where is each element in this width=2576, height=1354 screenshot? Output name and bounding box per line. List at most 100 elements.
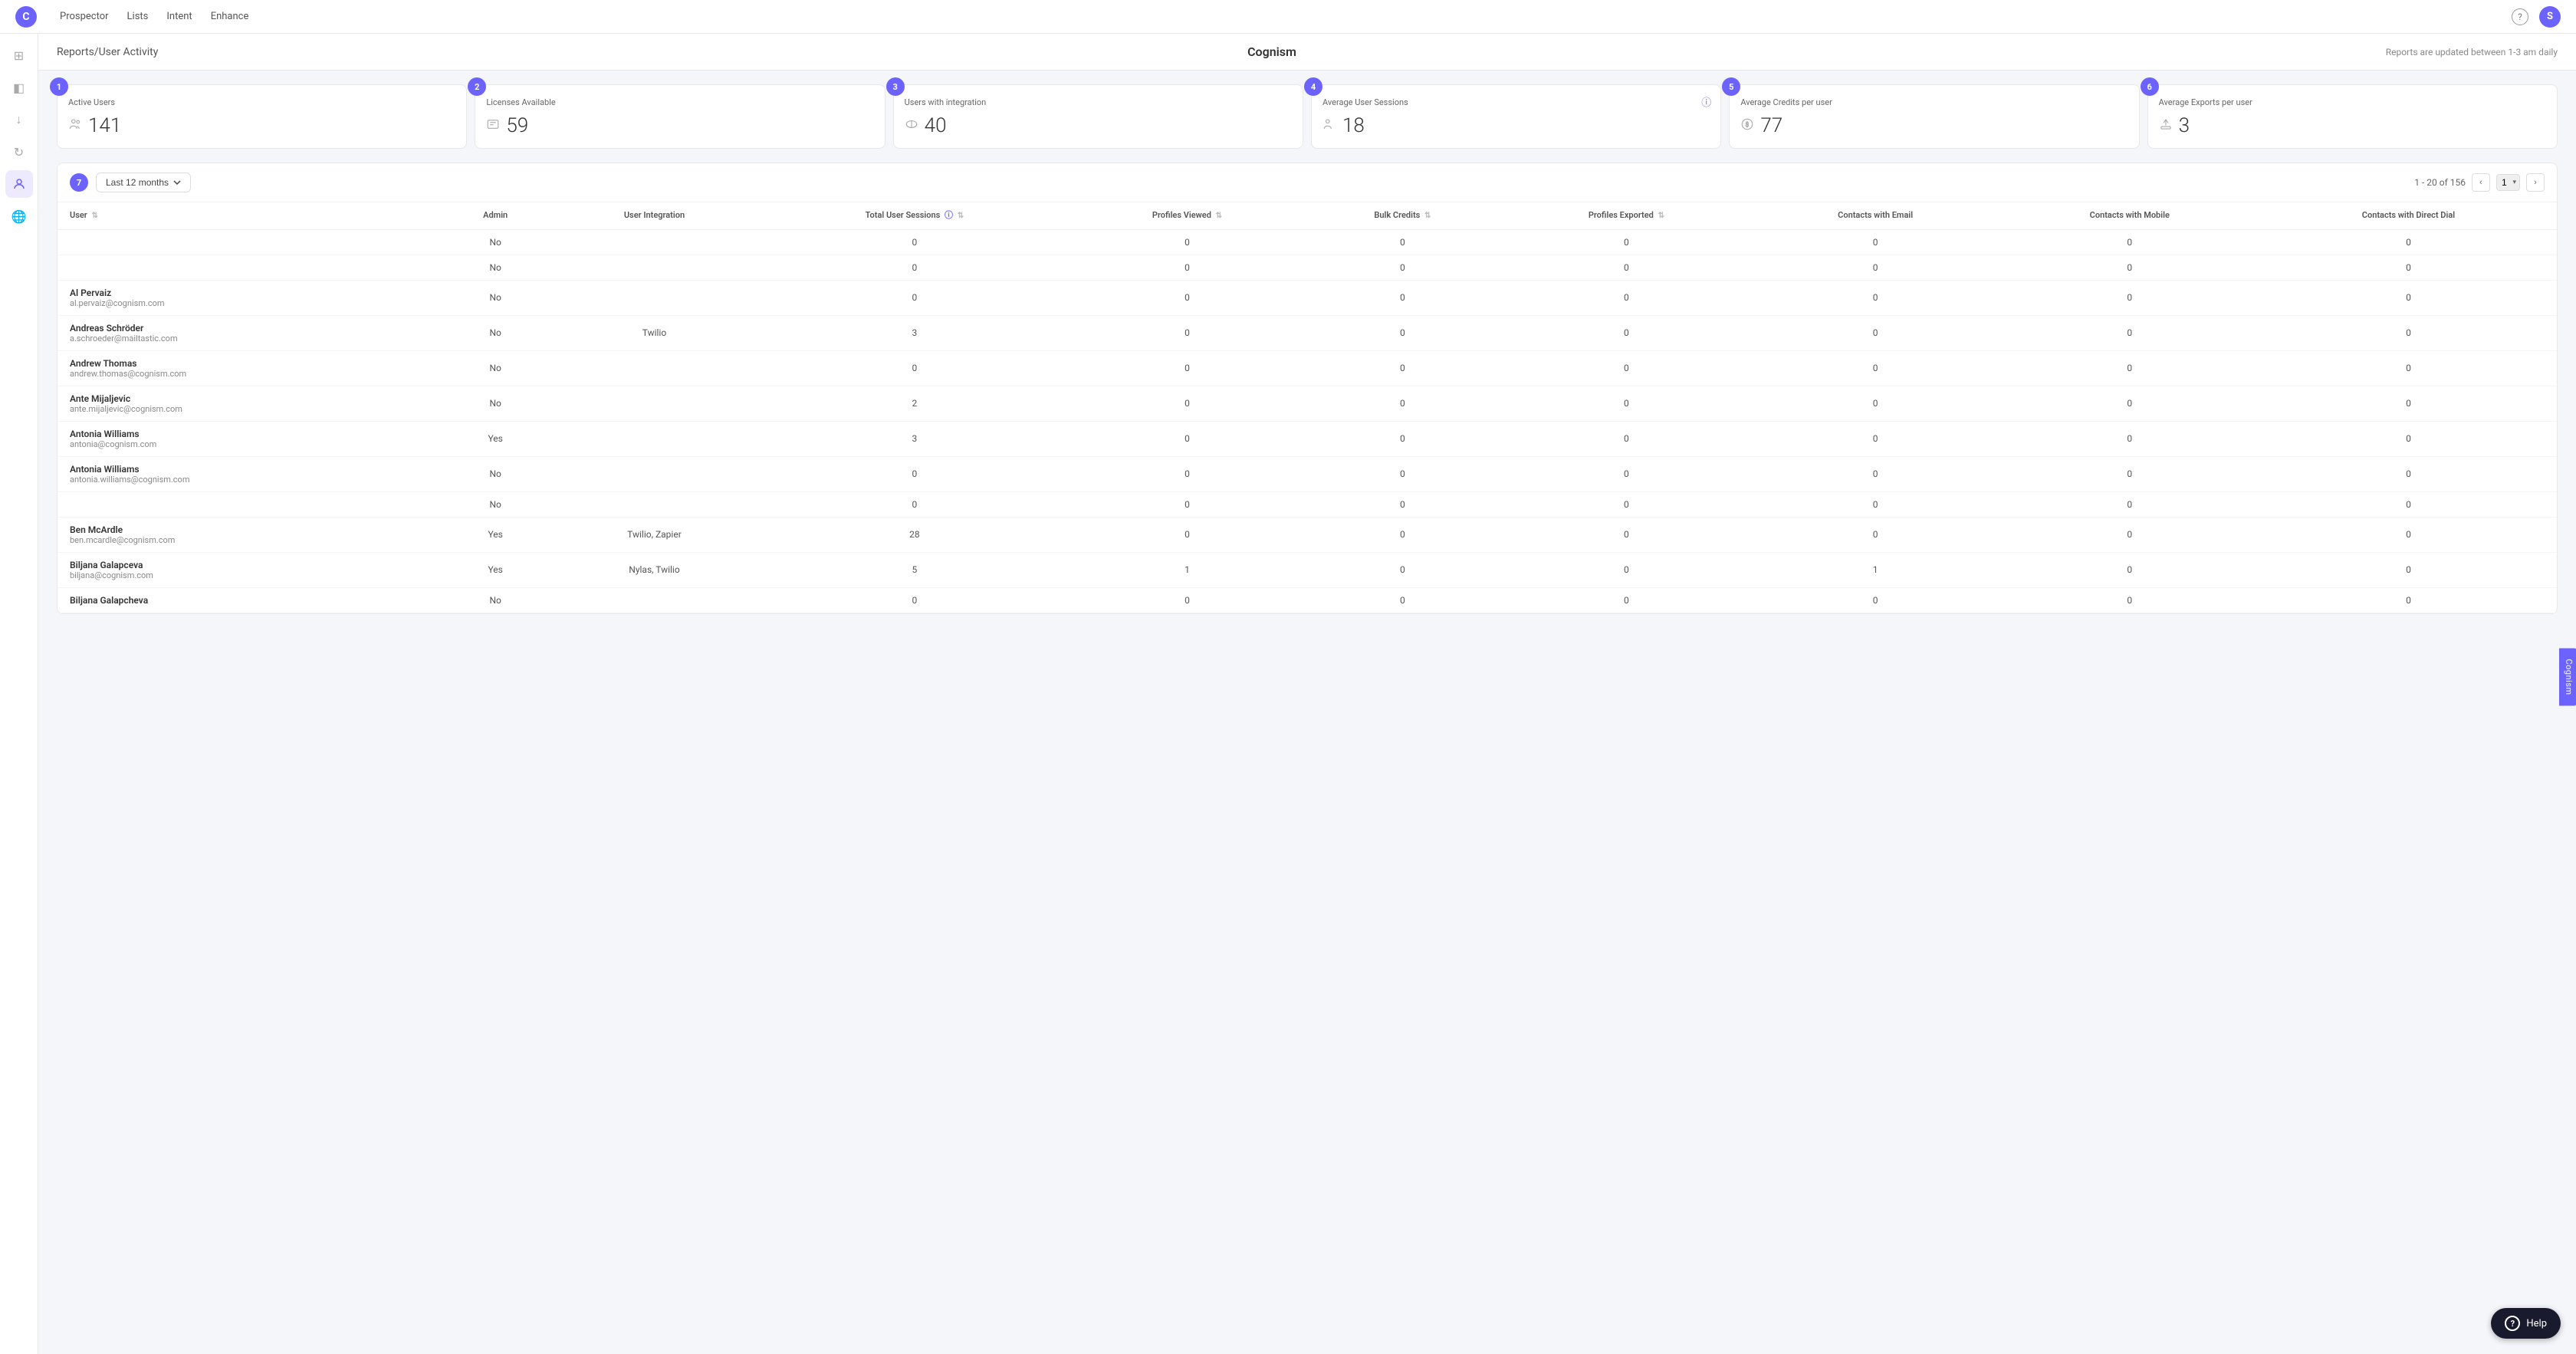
stat-value-6: 3: [2159, 114, 2546, 137]
cell-8: 0: [1999, 421, 2260, 456]
cell-9: 0: [2260, 280, 2557, 315]
cell-6: 0: [1501, 421, 1751, 456]
page-content: 1 Active Users 141 2 Licenses Available: [38, 71, 2576, 628]
cell-1: Yes: [441, 517, 550, 552]
prev-page-button[interactable]: ‹: [2472, 173, 2490, 192]
help-button[interactable]: ? Help: [2491, 1308, 2561, 1339]
cell-8: 0: [1999, 491, 2260, 517]
user-email: antonia@cognism.com: [70, 439, 433, 449]
cell-7: 0: [1752, 491, 1999, 517]
nav-intent[interactable]: Intent: [166, 11, 192, 22]
info-icon-sessions[interactable]: ⓘ: [945, 210, 953, 220]
pagination-info: 1 - 20 of 156: [2414, 177, 2466, 188]
nav-prospector[interactable]: Prospector: [60, 11, 109, 22]
sidebar-icon-user[interactable]: [5, 170, 33, 198]
stat-value-2: 59: [486, 114, 873, 137]
col-header-contacts-email: Contacts with Email: [1752, 202, 1999, 229]
sort-icon-bulk[interactable]: ⇅: [1424, 211, 1431, 221]
stat-label-4: Average User Sessions: [1322, 97, 1710, 108]
stat-label-5: Average Credits per user: [1740, 97, 2128, 108]
cell-5: 0: [1304, 456, 1502, 491]
info-icon-4[interactable]: ⓘ: [1701, 94, 1711, 109]
stat-badge-6: 6: [2141, 77, 2159, 96]
stat-badge-3: 3: [886, 77, 905, 96]
table-row: Andrew Thomasandrew.thomas@cognism.comNo…: [58, 350, 2557, 386]
sort-icon-user[interactable]: ⇅: [92, 211, 98, 221]
cell-6: 0: [1501, 315, 1751, 350]
cell-9: 0: [2260, 517, 2557, 552]
cell-3: 0: [758, 350, 1070, 386]
update-notice: Reports are updated between 1-3 am daily: [2386, 47, 2558, 58]
table-row: No0000000: [58, 255, 2557, 280]
table-header-row: User ⇅ Admin User Integration Total User…: [58, 202, 2557, 229]
user-avatar[interactable]: S: [2539, 6, 2561, 28]
cell-8: 0: [1999, 456, 2260, 491]
sort-icon-sessions[interactable]: ⇅: [958, 211, 964, 221]
cell-5: 0: [1304, 491, 1502, 517]
page-select-wrap: 1 2 3: [2496, 174, 2520, 191]
app-logo[interactable]: C: [15, 6, 37, 28]
table-row: Antonia Williamsantonia.williams@cognism…: [58, 456, 2557, 491]
cell-3: 28: [758, 517, 1070, 552]
user-email: antonia.williams@cognism.com: [70, 475, 433, 485]
table-section: 7 Last 12 months 1 - 20 of 156 ‹ 1 2 3: [57, 163, 2558, 613]
nav-enhance[interactable]: Enhance: [211, 11, 249, 22]
sort-icon-profiles[interactable]: ⇅: [1216, 211, 1222, 221]
cell-2: Twilio: [550, 315, 759, 350]
table-row: Andreas Schrödera.schroeder@mailtastic.c…: [58, 315, 2557, 350]
cell-4: 0: [1070, 491, 1303, 517]
col-header-profiles-exported: Profiles Exported ⇅: [1501, 202, 1751, 229]
sidebar-icon-globe[interactable]: 🌐: [5, 202, 33, 230]
stats-row: 1 Active Users 141 2 Licenses Available: [57, 84, 2558, 149]
cell-4: 0: [1070, 587, 1303, 613]
user-email: biljana@cognism.com: [70, 570, 433, 580]
nav-lists[interactable]: Lists: [127, 11, 149, 22]
cell-9: 0: [2260, 421, 2557, 456]
cell-3: 0: [758, 456, 1070, 491]
sidebar-icon-layers[interactable]: ◧: [5, 74, 33, 101]
user-email: andrew.thomas@cognism.com: [70, 369, 433, 379]
sidebar-icon-grid[interactable]: ⊞: [5, 41, 33, 69]
user-name: Ante Mijaljevic: [70, 393, 433, 404]
cell-8: 0: [1999, 255, 2260, 280]
cell-9: 0: [2260, 587, 2557, 613]
cell-2: [550, 491, 759, 517]
filter-label: Last 12 months: [106, 177, 169, 188]
stat-badge-5: 5: [1722, 77, 1740, 96]
user-email: ben.mcardle@cognism.com: [70, 535, 433, 545]
cell-5: 0: [1304, 517, 1502, 552]
cell-1: No: [441, 280, 550, 315]
integration-icon: [905, 117, 918, 134]
cell-1: No: [441, 491, 550, 517]
cell-8: 0: [1999, 350, 2260, 386]
cell-9: 0: [2260, 386, 2557, 421]
cell-1: No: [441, 587, 550, 613]
cell-8: 0: [1999, 280, 2260, 315]
next-page-button[interactable]: ›: [2526, 173, 2545, 192]
cell-5: 0: [1304, 315, 1502, 350]
help-icon[interactable]: ?: [2512, 8, 2528, 25]
sidebar-icon-refresh[interactable]: ↻: [5, 138, 33, 166]
cell-5: 0: [1304, 350, 1502, 386]
table-row: Al Pervaizal.pervaiz@cognism.comNo000000…: [58, 280, 2557, 315]
stat-label-1: Active Users: [68, 97, 455, 108]
cell-1: No: [441, 456, 550, 491]
cell-1: No: [441, 255, 550, 280]
cell-5: 0: [1304, 280, 1502, 315]
table-row: No0000000: [58, 229, 2557, 255]
stat-avg-exports: 6 Average Exports per user 3: [2147, 84, 2558, 149]
sidebar-icon-download[interactable]: ↓: [5, 106, 33, 133]
cell-4: 0: [1070, 456, 1303, 491]
stat-badge-4: 4: [1304, 77, 1322, 96]
page-select[interactable]: 1 2 3: [2496, 174, 2520, 191]
cell-6: 0: [1501, 552, 1751, 587]
col-header-sessions: Total User Sessions ⓘ ⇅: [758, 202, 1070, 229]
cognism-side-tab[interactable]: Cognism: [2559, 648, 2576, 705]
col-header-admin: Admin: [441, 202, 550, 229]
cell-4: 0: [1070, 229, 1303, 255]
user-email: al.pervaiz@cognism.com: [70, 298, 433, 308]
sort-icon-exported[interactable]: ⇅: [1658, 211, 1664, 221]
time-filter-button[interactable]: Last 12 months: [96, 173, 191, 192]
user-name: Antonia Williams: [70, 464, 433, 475]
help-button-icon: ?: [2505, 1316, 2520, 1331]
